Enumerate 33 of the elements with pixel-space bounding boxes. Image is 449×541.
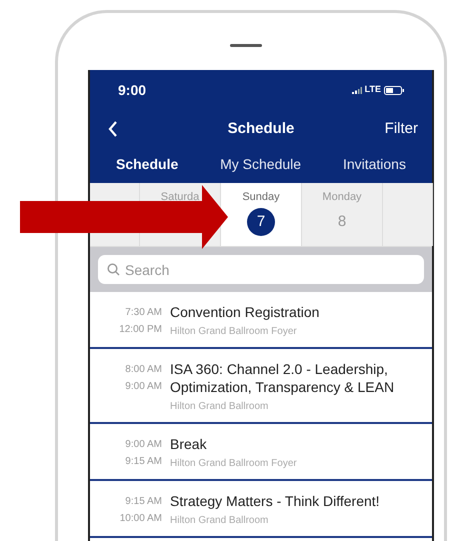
search-field[interactable]: Search bbox=[98, 255, 424, 284]
tab[interactable]: My Schedule bbox=[220, 154, 302, 175]
tab[interactable]: Schedule bbox=[116, 154, 178, 175]
session-row[interactable]: 9:00 AM 9:15 AM Break Hilton Grand Ballroom Foyer bbox=[90, 424, 432, 481]
start-time: 7:30 AM bbox=[125, 306, 162, 320]
session-title: Break bbox=[170, 435, 208, 453]
session-row[interactable]: 9:15 AM 10:00 AM Strategy Matters - Think Different! Hilton Grand Ballroom bbox=[90, 481, 432, 538]
session-location: Hilton Grand Ballroom bbox=[170, 514, 270, 528]
session-row[interactable]: 8:00 AM 9:00 AM ISA 360: Channel 2.0 - Leadership, Optimization, Transparency & LEAN Hilton Grand Ballroom bbox=[90, 349, 432, 424]
session-location: Hilton Grand Ballroom bbox=[170, 400, 270, 414]
screen-title: Schedule bbox=[228, 118, 294, 139]
back-icon[interactable] bbox=[108, 121, 118, 137]
session-title: ISA 360: Channel 2.0 - Leadership, Optimization, Transparency & LEAN bbox=[170, 360, 396, 396]
session-title: Convention Registration bbox=[170, 303, 320, 321]
start-time: 9:00 AM bbox=[125, 438, 162, 452]
search-icon bbox=[107, 263, 120, 276]
signal-icon bbox=[352, 86, 362, 94]
session-location: Hilton Grand Ballroom Foyer bbox=[170, 325, 298, 339]
speaker-slot bbox=[230, 44, 262, 47]
session-location: Hilton Grand Ballroom Foyer bbox=[170, 457, 297, 471]
start-time: 8:00 AM bbox=[125, 363, 162, 377]
end-time: 10:00 AM bbox=[120, 512, 162, 526]
end-time: 9:15 AM bbox=[125, 455, 162, 469]
filter-button[interactable]: Filter bbox=[384, 118, 418, 140]
status-time: 9:00 bbox=[118, 80, 146, 100]
battery-icon bbox=[384, 86, 404, 94]
end-time: 12:00 PM bbox=[119, 323, 162, 337]
start-time: 9:15 AM bbox=[125, 495, 162, 509]
session-title: Strategy Matters - Think Different! bbox=[170, 492, 380, 510]
session-row[interactable]: 7:30 AM 12:00 PM Convention Registration Hilton Grand Ballroom Foyer bbox=[90, 292, 432, 349]
network-label: LTE bbox=[364, 83, 381, 96]
end-time: 9:00 AM bbox=[125, 380, 162, 394]
tab[interactable]: Invitations bbox=[342, 154, 406, 175]
